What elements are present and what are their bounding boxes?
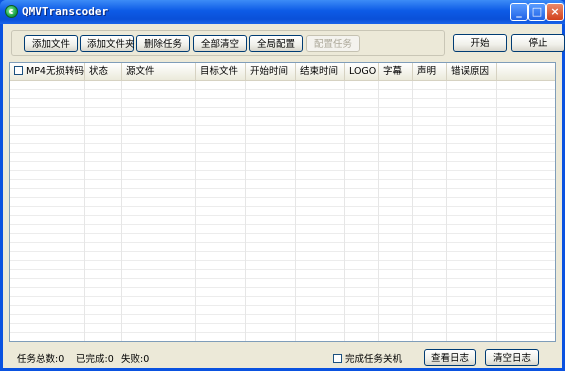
start-button[interactable]: 开始 — [453, 34, 507, 52]
completed-tasks-text: 已完成:0 — [76, 354, 114, 365]
config-task-button[interactable]: 配置任务 — [306, 35, 360, 52]
global-config-button[interactable]: 全局配置 — [249, 35, 303, 52]
column-header-logo[interactable]: LOGO — [345, 63, 379, 80]
title-bar[interactable]: QMVTranscoder _ □ × — [0, 0, 565, 24]
column-divider — [195, 81, 196, 341]
column-header-status[interactable]: 状态 — [85, 63, 122, 80]
app-window: QMVTranscoder _ □ × 添加文件 添加文件夹 删除任务 全部清空… — [0, 0, 565, 371]
column-header-target[interactable]: 目标文件 — [196, 63, 246, 80]
view-log-button[interactable]: 查看日志 — [424, 349, 476, 366]
maximize-button[interactable]: □ — [528, 3, 546, 21]
column-divider — [412, 81, 413, 341]
column-divider — [121, 81, 122, 341]
column-divider — [446, 81, 447, 341]
column-divider — [245, 81, 246, 341]
shutdown-checkbox[interactable] — [333, 354, 342, 363]
select-all-checkbox[interactable] — [14, 66, 23, 75]
app-logo-icon — [5, 5, 18, 18]
column-header-statement[interactable]: 声明 — [413, 63, 447, 80]
column-header-subtitle[interactable]: 字幕 — [379, 63, 413, 80]
minimize-button[interactable]: _ — [510, 3, 528, 21]
minimize-icon: _ — [516, 5, 522, 18]
shutdown-option[interactable]: 完成任务关机 — [333, 351, 402, 365]
stop-button[interactable]: 停止 — [511, 34, 565, 52]
add-file-button[interactable]: 添加文件 — [24, 35, 78, 52]
client-area: 添加文件 添加文件夹 删除任务 全部清空 全局配置 配置任务 开始 停止 MP4… — [3, 24, 565, 368]
maximize-icon: □ — [531, 5, 543, 18]
delete-task-button[interactable]: 删除任务 — [136, 35, 190, 52]
table-body[interactable] — [10, 81, 555, 341]
status-bar: 任务总数:0 已完成:0 失败:0 完成任务关机 查看日志 清空日志 — [3, 346, 562, 368]
window-title: QMVTranscoder — [22, 5, 109, 18]
failed-tasks-text: 失败:0 — [121, 354, 150, 365]
column-divider — [295, 81, 296, 341]
total-tasks-text: 任务总数:0 — [17, 354, 65, 365]
column-divider — [378, 81, 379, 341]
add-folder-button[interactable]: 添加文件夹 — [80, 35, 135, 52]
clear-all-button[interactable]: 全部清空 — [193, 35, 247, 52]
close-button[interactable]: × — [546, 3, 564, 21]
column-header-mp4[interactable]: MP4无损转码 — [10, 63, 85, 80]
clear-log-button[interactable]: 清空日志 — [485, 349, 539, 366]
column-divider — [496, 81, 497, 341]
table-header: MP4无损转码 状态 源文件 目标文件 开始时间 结束时间 LOGO 字幕 声明… — [10, 63, 555, 81]
column-header-error[interactable]: 错误原因 — [447, 63, 497, 80]
close-icon: × — [550, 5, 560, 18]
column-header-source[interactable]: 源文件 — [122, 63, 196, 80]
column-header-end-time[interactable]: 结束时间 — [296, 63, 345, 80]
column-header-start-time[interactable]: 开始时间 — [246, 63, 296, 80]
task-table[interactable]: MP4无损转码 状态 源文件 目标文件 开始时间 结束时间 LOGO 字幕 声明… — [9, 62, 556, 342]
column-divider — [84, 81, 85, 341]
column-divider — [344, 81, 345, 341]
